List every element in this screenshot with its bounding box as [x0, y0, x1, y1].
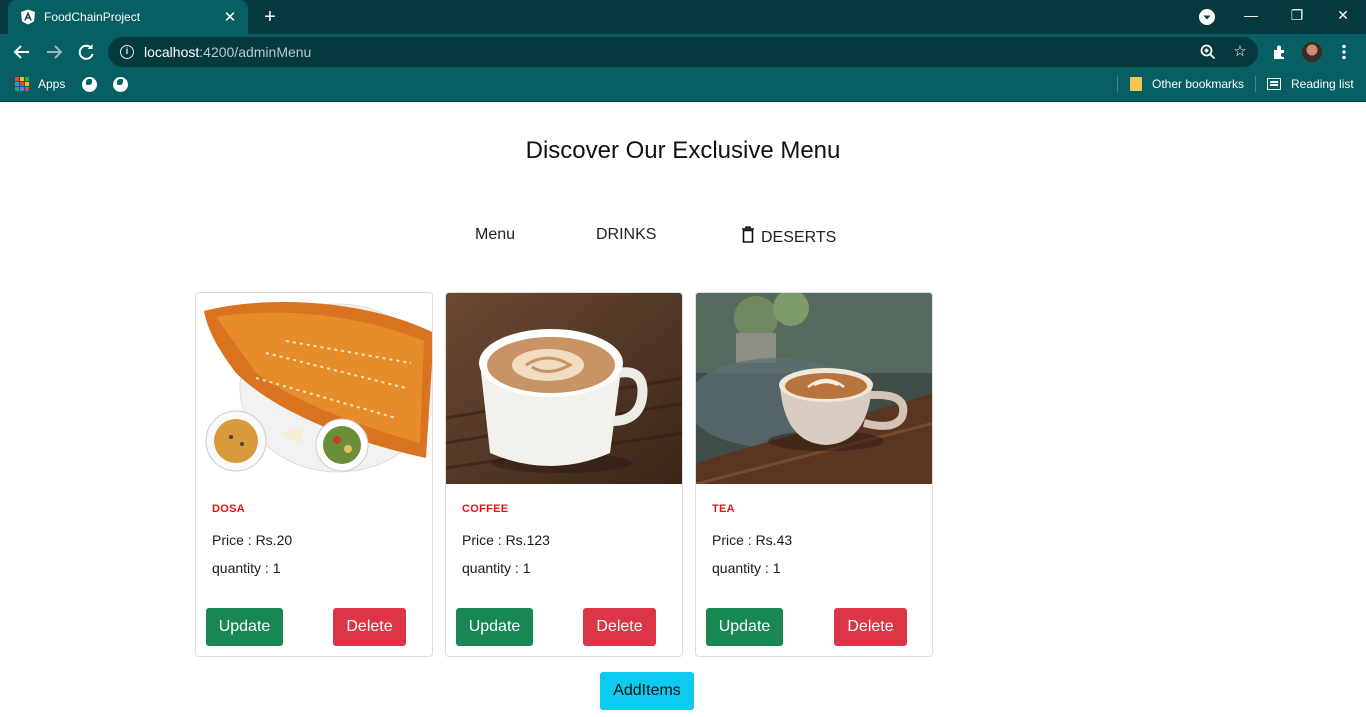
tea-image	[696, 293, 932, 484]
dosa-image	[196, 293, 432, 484]
close-tab-icon[interactable]: ✕	[222, 8, 238, 26]
tab-search-icon[interactable]	[1199, 9, 1215, 25]
apps-label: Apps	[38, 77, 66, 91]
update-button[interactable]: Update	[206, 608, 283, 646]
item-price: Price : Rs.20	[212, 532, 293, 548]
item-price: Price : Rs.43	[712, 532, 793, 548]
apps-bookmark[interactable]: Apps	[15, 70, 65, 98]
bookmark-1[interactable]	[82, 70, 97, 98]
bookmark-star-icon[interactable]: ☆	[1231, 43, 1249, 61]
globe-icon	[82, 76, 97, 92]
trash-icon	[742, 226, 754, 243]
item-quantity: quantity : 1	[212, 560, 281, 576]
browser-tab[interactable]: FoodChainProject ✕	[8, 0, 248, 34]
other-bookmarks-label: Other bookmarks	[1152, 77, 1245, 91]
browser-toolbar: i localhost:4200/adminMenu ☆	[0, 34, 1366, 70]
reading-list[interactable]: Reading list	[1267, 70, 1354, 98]
item-price: Price : Rs.123	[462, 532, 550, 548]
minimize-icon[interactable]: —	[1228, 0, 1274, 32]
reading-list-label: Reading list	[1291, 77, 1354, 91]
item-quantity: quantity : 1	[462, 560, 531, 576]
site-info-icon[interactable]: i	[120, 45, 134, 59]
tab-title: FoodChainProject	[44, 10, 141, 24]
update-button[interactable]: Update	[706, 608, 783, 646]
delete-button[interactable]: Delete	[834, 608, 907, 646]
update-button[interactable]: Update	[456, 608, 533, 646]
delete-button[interactable]: Delete	[583, 608, 656, 646]
coffee-image	[446, 293, 682, 484]
bookmark-2[interactable]	[113, 70, 128, 98]
other-bookmarks[interactable]: Other bookmarks	[1130, 70, 1244, 98]
restore-icon[interactable]: ❐	[1274, 0, 1320, 32]
menu-card-tea: TEA Price : Rs.43 quantity : 1 Update De…	[695, 292, 933, 657]
page-title: Discover Our Exclusive Menu	[525, 137, 841, 164]
nav-menu[interactable]: Menu	[475, 226, 515, 244]
item-name: COFFEE	[462, 503, 509, 515]
delete-button[interactable]: Delete	[333, 608, 406, 646]
bookmarks-divider	[1117, 76, 1118, 92]
close-window-icon[interactable]: ✕	[1320, 0, 1366, 32]
nav-drinks[interactable]: DRINKS	[596, 226, 656, 244]
reading-list-icon	[1267, 78, 1281, 90]
menu-card-coffee: COFFEE Price : Rs.123 quantity : 1 Updat…	[445, 292, 683, 657]
back-icon[interactable]	[8, 38, 36, 66]
browser-menu-icon[interactable]	[1334, 42, 1354, 62]
profile-avatar[interactable]	[1302, 42, 1322, 62]
nav-deserts[interactable]: DESERTS	[761, 229, 836, 247]
add-items-button[interactable]: AddItems	[600, 672, 694, 710]
new-tab-button[interactable]: +	[259, 6, 281, 28]
apps-icon	[15, 77, 29, 91]
reload-icon[interactable]	[72, 38, 100, 66]
menu-card-dosa: DOSA Price : Rs.20 quantity : 1 Update D…	[195, 292, 433, 657]
item-quantity: quantity : 1	[712, 560, 781, 576]
url-text: localhost:4200/adminMenu	[144, 44, 312, 60]
angular-icon	[21, 9, 35, 25]
bookmarks-divider	[1255, 76, 1256, 92]
item-name: TEA	[712, 503, 735, 515]
forward-icon[interactable]	[40, 38, 68, 66]
item-name: DOSA	[212, 503, 245, 515]
browser-tab-strip: FoodChainProject ✕ + — ❐ ✕	[0, 0, 1366, 34]
folder-icon	[1130, 77, 1142, 91]
address-bar[interactable]: i localhost:4200/adminMenu ☆	[108, 37, 1258, 67]
zoom-icon[interactable]	[1199, 43, 1217, 61]
bookmarks-bar: Apps Other bookmarks Reading list	[0, 70, 1366, 102]
globe-icon	[113, 76, 128, 92]
extensions-icon[interactable]	[1270, 42, 1290, 62]
